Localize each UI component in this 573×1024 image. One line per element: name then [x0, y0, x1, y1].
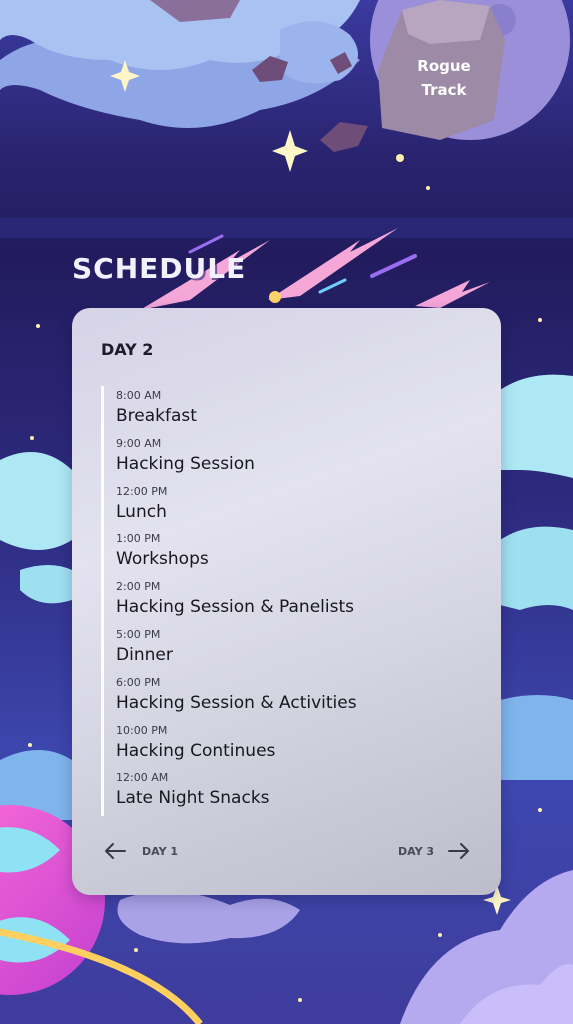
item-event: Dinner: [116, 644, 173, 665]
next-day-button[interactable]: DAY 3: [398, 838, 470, 864]
schedule-item: 5:00 PM Dinner: [101, 624, 481, 673]
item-time: 9:00 AM: [116, 436, 162, 450]
schedule-item: 6:00 PM Hacking Session & Activities: [101, 672, 481, 721]
schedule-list: 8:00 AM Breakfast 9:00 AM Hacking Sessio…: [101, 386, 481, 817]
item-event: Lunch: [116, 501, 167, 522]
item-event: Hacking Session & Activities: [116, 692, 357, 713]
arrow-right-icon: [448, 843, 470, 859]
item-event: Hacking Session & Panelists: [116, 597, 354, 618]
next-day-label: DAY 3: [398, 844, 435, 858]
item-time: 10:00 PM: [116, 723, 168, 737]
item-event: Hacking Continues: [116, 740, 276, 761]
item-time: 8:00 AM: [116, 389, 162, 402]
rogue-track-label: Rogue Track: [404, 54, 484, 102]
item-event: Hacking Session: [116, 453, 255, 474]
schedule-item: 12:00 AM Late Night Snacks: [101, 768, 481, 817]
item-event: Breakfast: [116, 406, 197, 426]
item-event: Late Night Snacks: [116, 788, 270, 809]
item-time: 6:00 PM: [116, 675, 161, 689]
schedule-item: 9:00 AM Hacking Session: [101, 433, 481, 482]
day-title: DAY 2: [101, 340, 154, 359]
schedule-item: 1:00 PM Workshops: [101, 529, 481, 578]
rogue-track-line2: Track: [421, 81, 467, 99]
schedule-item: 2:00 PM Hacking Session & Panelists: [101, 577, 481, 625]
schedule-card: DAY 2 8:00 AM Breakfast 9:00 AM Hacking …: [72, 308, 501, 895]
rogue-track-line1: Rogue: [417, 57, 471, 75]
page-title: SCHEDULE: [72, 252, 247, 285]
schedule-item: 8:00 AM Breakfast: [101, 386, 481, 434]
item-time: 12:00 AM: [116, 771, 169, 785]
arrow-left-icon: [105, 843, 126, 859]
schedule-item: 12:00 PM Lunch: [101, 481, 481, 530]
item-time: 5:00 PM: [116, 627, 161, 641]
item-time: 1:00 PM: [116, 532, 161, 546]
item-time: 2:00 PM: [116, 580, 161, 594]
schedule-item: 10:00 PM Hacking Continues: [101, 720, 481, 769]
prev-day-label: DAY 1: [142, 844, 179, 858]
item-event: Workshops: [116, 549, 209, 570]
prev-day-button[interactable]: DAY 1: [104, 838, 178, 864]
item-time: 12:00 PM: [116, 484, 168, 498]
